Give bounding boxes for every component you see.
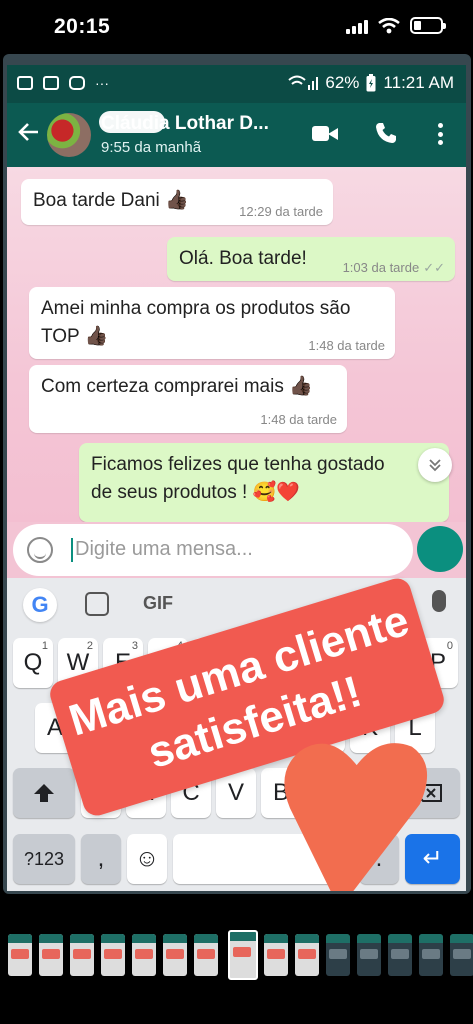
message-notification-icon [43,76,59,90]
story-thumbnail[interactable] [70,934,94,976]
battery-charging-icon [366,74,376,92]
key-symbols[interactable]: ?123 [13,834,75,884]
shared-screenshot: ··· 62% 11:21 AM Cláudia Lothar D... 9:5… [3,54,471,894]
message-text: Com certeza comprarei mais 👍🏿 [41,376,313,397]
overflow-menu-icon[interactable] [434,121,446,147]
android-clock: 11:21 AM [383,73,454,92]
battery-percent: 62% [325,73,360,92]
send-voice-button[interactable] [417,526,463,572]
story-thumbnail-strip [0,928,473,986]
key-comma[interactable]: , [81,834,121,884]
story-thumbnail[interactable] [264,934,288,976]
whatsapp-screen: ··· 62% 11:21 AM Cláudia Lothar D... 9:5… [7,65,466,891]
emoji-icon[interactable] [27,537,53,563]
story-thumbnail[interactable] [8,934,32,976]
video-call-icon[interactable] [312,121,338,147]
back-arrow-icon[interactable] [17,120,43,148]
message-bubble-outgoing[interactable]: Olá. Boa tarde! 1:03 da tarde ✓✓ [167,237,455,281]
message-input[interactable]: Digite uma mensa... [75,538,253,561]
google-logo-icon[interactable]: G [23,588,57,622]
message-input-container[interactable]: Digite uma mensa... [13,524,413,576]
name-redaction-scribble [99,111,165,133]
story-thumbnail[interactable] [194,934,218,976]
contact-avatar[interactable] [47,113,91,157]
message-text: Boa tarde Dani 👍🏿 [33,190,189,211]
microphone-icon[interactable] [432,590,446,612]
ios-status-bar: 20:15 [0,0,473,56]
message-time: 1:48 da tarde [308,338,385,353]
message-text-line: de seus produtos ! 🥰❤️ [91,482,300,503]
message-list: Boa tarde Dani 👍🏿 12:29 da tarde Olá. Bo… [7,167,466,522]
gif-button[interactable]: GIF [143,593,173,614]
message-bubble-incoming[interactable]: Boa tarde Dani 👍🏿 12:29 da tarde [21,179,333,225]
emoji-key-icon[interactable]: ☺ [127,834,167,884]
message-bubble-incoming[interactable]: Com certeza comprarei mais 👍🏿 1:48 da ta… [29,365,347,433]
shift-key-icon[interactable] [13,768,75,818]
story-thumbnail[interactable] [419,934,443,976]
chat-header: Cláudia Lothar D... 9:55 da manhã [7,103,466,167]
story-thumbnail[interactable] [326,934,350,976]
message-time: 12:29 da tarde [239,204,323,219]
story-thumbnail[interactable] [388,934,412,976]
message-text-line: Amei minha compra os produtos são [41,298,351,319]
ios-status-icons [346,17,446,34]
message-time: 1:03 da tarde [342,260,420,275]
composer-row: Digite uma mensa... [7,522,466,578]
instagram-notification-icon [69,76,85,90]
message-bubble-incoming[interactable]: Amei minha compra os produtos são TOP 👍🏿… [29,287,395,359]
more-notifications: ··· [95,75,109,91]
message-text-line: Ficamos felizes que tenha gostado [91,454,385,475]
message-time: 1:48 da tarde [260,412,337,427]
voice-call-icon[interactable] [374,121,400,147]
wifi-signal-icon [288,75,319,90]
sticker-icon[interactable] [85,592,109,616]
story-thumbnail[interactable] [295,934,319,976]
battery-icon [410,17,446,34]
story-screen: 20:15 ··· 62% 11:21 AM Cláudia Lothar D.… [0,0,473,1024]
read-receipt-icon: ✓✓ [423,260,445,275]
story-thumbnail[interactable] [163,934,187,976]
story-thumbnail[interactable] [228,930,258,980]
wifi-icon [378,17,400,33]
key-q[interactable]: Q1 [13,638,53,688]
scroll-to-bottom-button[interactable] [418,448,452,482]
story-thumbnail[interactable] [450,934,473,976]
text-caret [71,538,73,562]
cellular-signal-icon [346,18,368,34]
last-seen: 9:55 da manhã [101,139,202,156]
ios-clock: 20:15 [54,15,111,38]
story-thumbnail[interactable] [357,934,381,976]
story-thumbnail[interactable] [101,934,125,976]
heart-sticker-icon [265,715,440,891]
gallery-notification-icon [17,76,33,90]
android-status-bar: ··· 62% 11:21 AM [7,65,466,103]
story-thumbnail[interactable] [132,934,156,976]
message-text: Olá. Boa tarde! [179,248,307,269]
message-bubble-outgoing[interactable]: Ficamos felizes que tenha gostado de seu… [79,443,449,522]
story-thumbnail[interactable] [39,934,63,976]
